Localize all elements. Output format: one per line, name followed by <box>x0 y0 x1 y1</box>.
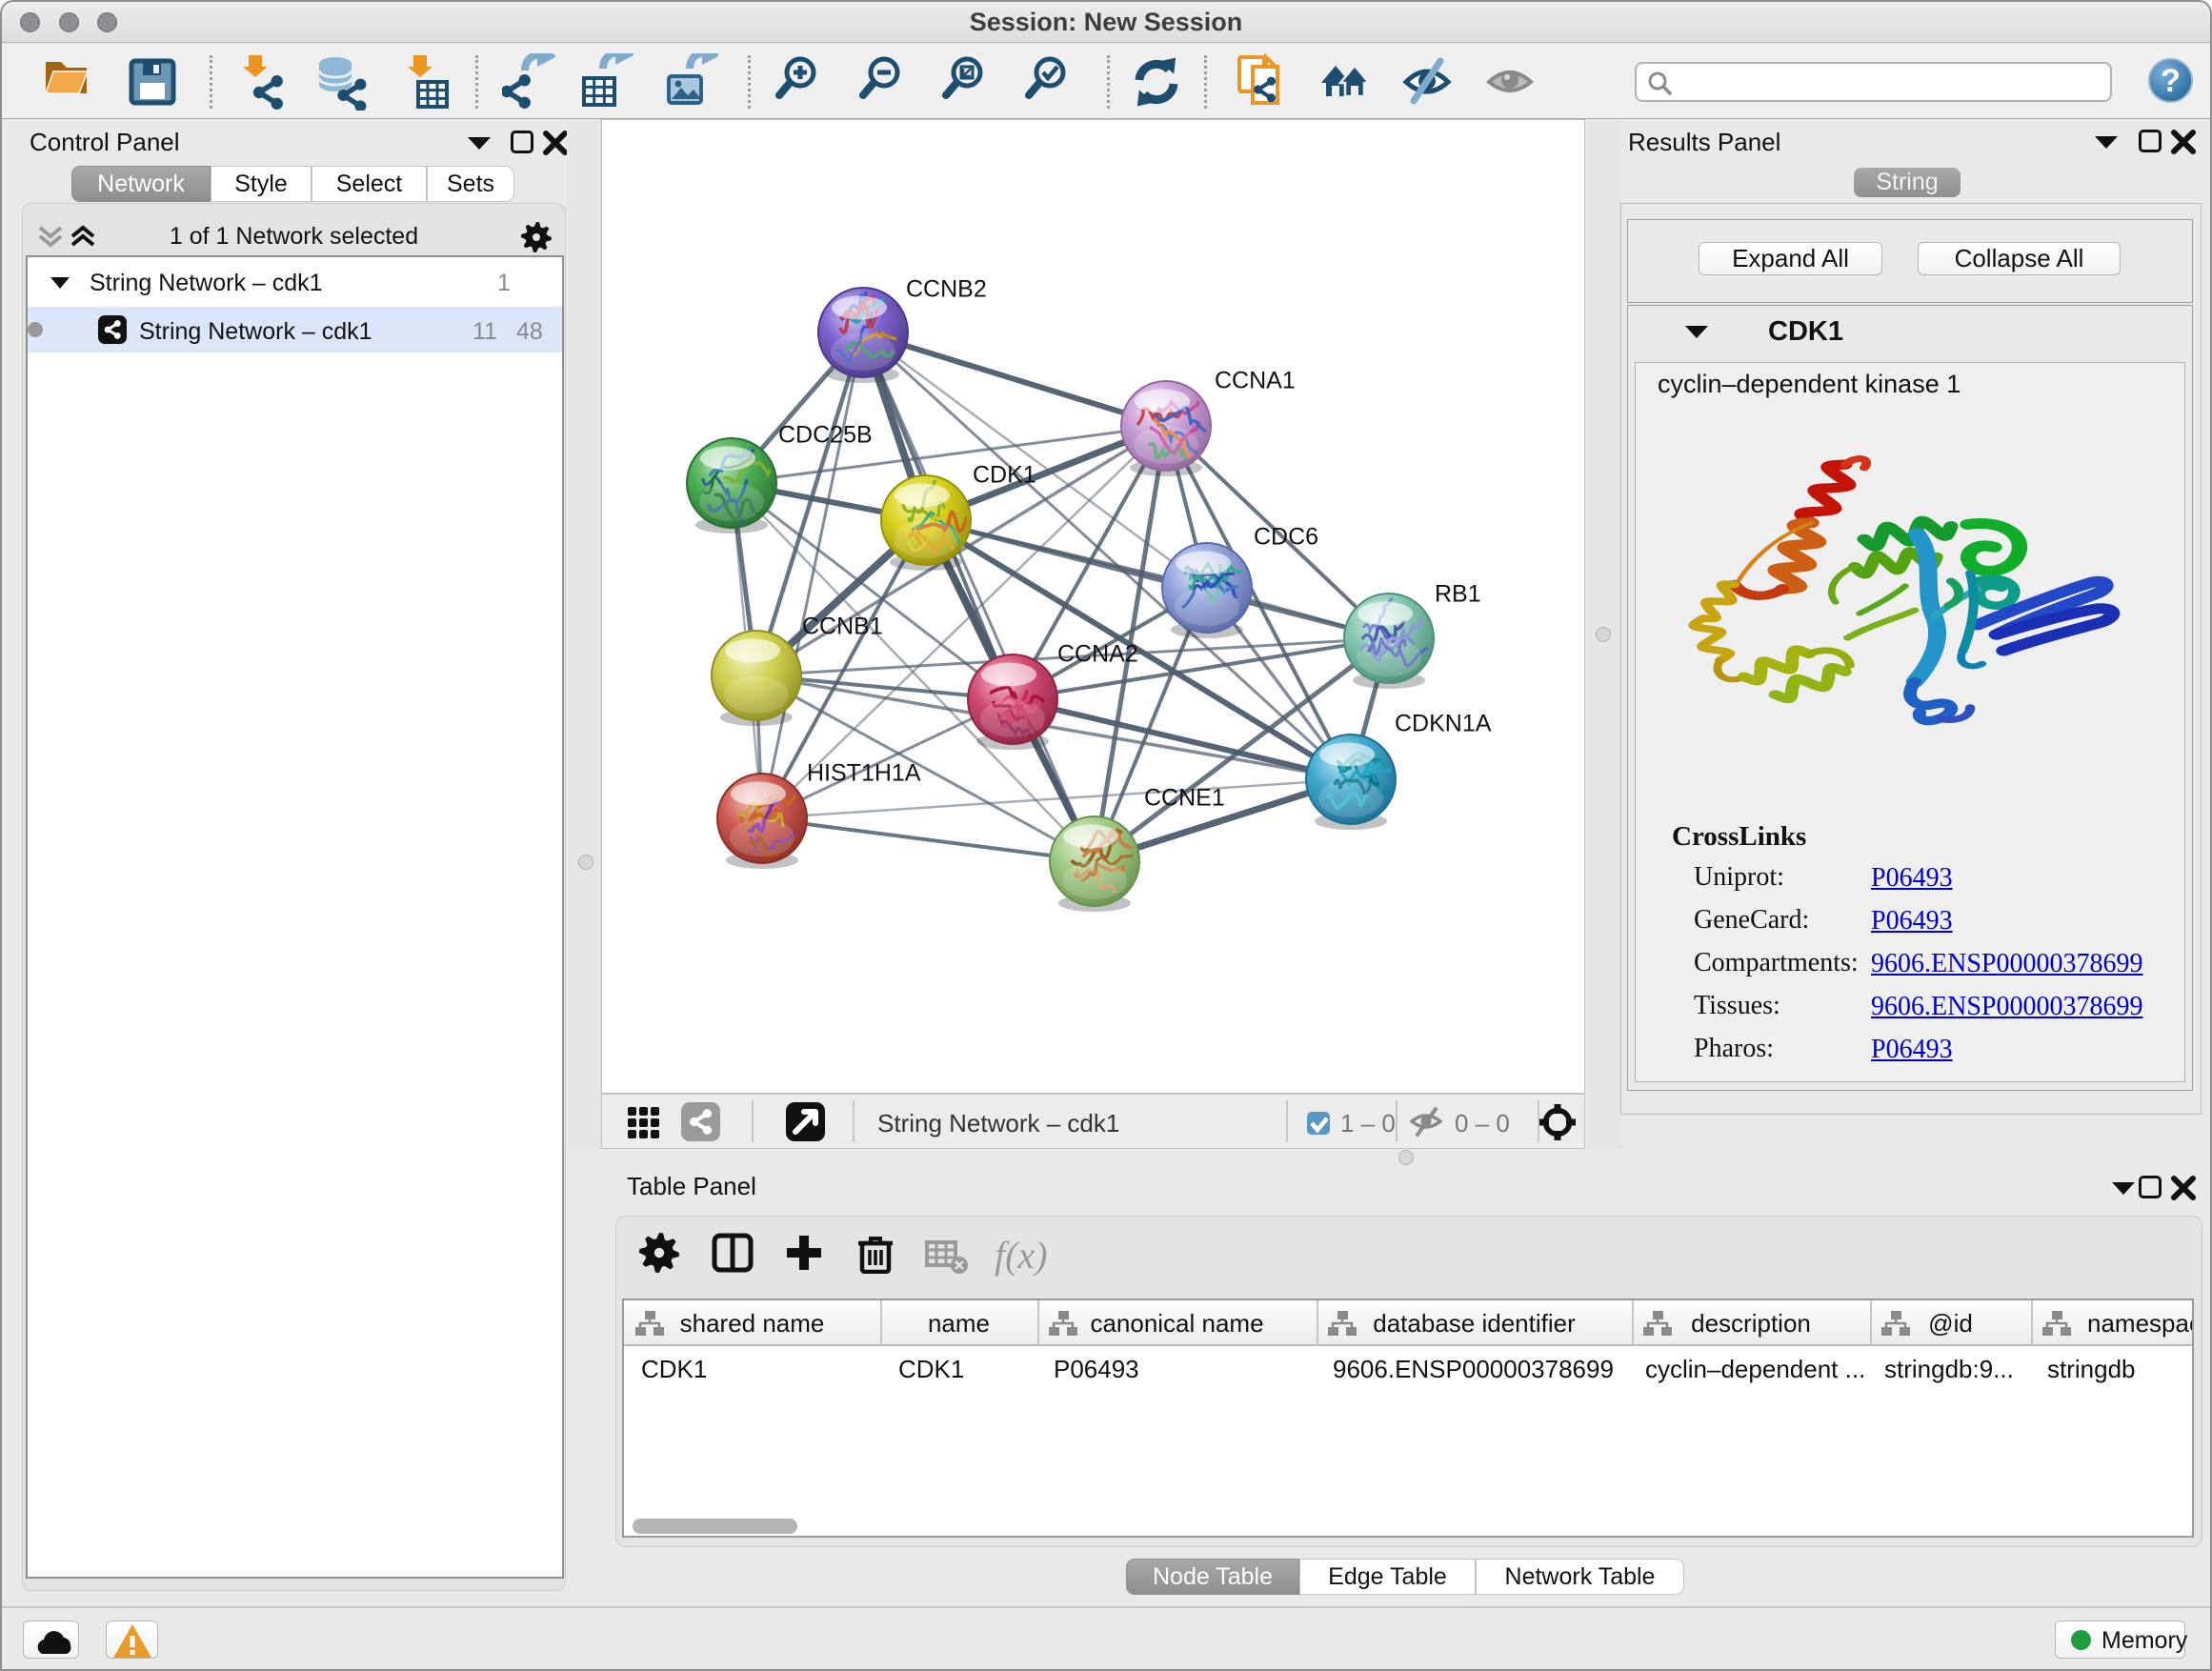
svg-text:CDKN1A: CDKN1A <box>1395 711 1492 737</box>
svg-text:CCNA1: CCNA1 <box>1215 368 1296 394</box>
svg-text:CCNB2: CCNB2 <box>906 276 987 303</box>
svg-text:CDC6: CDC6 <box>1254 524 1318 551</box>
svg-text:CDK1: CDK1 <box>973 462 1036 489</box>
svg-text:HIST1H1A: HIST1H1A <box>807 760 921 787</box>
svg-text:CCNB1: CCNB1 <box>802 614 883 640</box>
svg-text:CDC25B: CDC25B <box>778 422 873 449</box>
svg-text:CCNA2: CCNA2 <box>1057 641 1138 668</box>
svg-text:RB1: RB1 <box>1435 581 1481 608</box>
svg-text:CCNE1: CCNE1 <box>1144 785 1225 812</box>
